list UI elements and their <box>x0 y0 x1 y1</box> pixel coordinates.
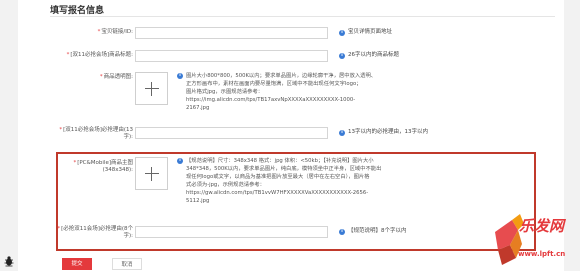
point-label: *[双11必抢会场]必抢理由(13字): <box>59 127 133 140</box>
pic-desc-link[interactable]: https://img.alicdn.com/tps/TB17axvNpXXXX… <box>186 96 376 104</box>
pic-description: 图片大小800*800，500K以内；要求单品图片，边缘轮廓干净，居中放入透明、… <box>186 72 376 112</box>
title-divider <box>50 16 555 17</box>
item-link-label: *宝贝链接/ID: <box>97 29 133 35</box>
mobile-desc-link-tail[interactable]: 5112.jpg <box>186 197 381 205</box>
pic-desc-line: 图片大小800*800，500K以内；要求单品图片，边缘轮廓干净，居中放入透明、 <box>186 73 377 79</box>
mobile-pic-label-text: [PC&Mobile]商品主图(348x348): <box>77 160 133 173</box>
bug-icon[interactable] <box>3 255 15 267</box>
title-label: *[双11必抢会场]商品标题: <box>66 52 133 58</box>
mobile-desc-link[interactable]: https://gw.alicdn.com/tps/TB1vvW7HFXXXXX… <box>186 189 381 197</box>
mobile-pic-description: 【规范说明】尺寸：348x348 格式：jpg 体积：<50kb；【补充说明】图… <box>186 157 381 205</box>
point-hint: 13字以内的必抢理由，13字以内 <box>348 129 428 135</box>
plus-icon-v <box>151 167 152 181</box>
pic-desc-link-tail[interactable]: 2167.jpg <box>186 104 376 112</box>
point-label-text: [双11必抢会场]必抢理由(13字): <box>63 127 133 140</box>
reason-hint: 【规范说明】8个字以内 <box>348 228 407 234</box>
submit-button[interactable]: 提交 <box>62 258 92 270</box>
pic-label: *商品透明图: <box>99 74 133 80</box>
info-icon: i <box>177 73 183 79</box>
reason-input[interactable] <box>135 226 328 238</box>
reason-label-text: [必抢双11会场]必抢理由(8个字): <box>61 226 133 239</box>
mobile-desc-line: 【规范说明】尺寸：348x348 格式：jpg 体积：<50kb；【补充说明】图… <box>186 158 374 164</box>
plus-icon <box>145 88 159 89</box>
mobile-pic-label: *[PC&Mobile]商品主图(348x348): <box>73 160 133 173</box>
reason-label: *[必抢双11会场]必抢理由(8个字): <box>57 226 133 239</box>
title-label-text: [双11必抢会场]商品标题: <box>70 52 133 58</box>
mobile-desc-line: 现任何logo或文字，以商品为基准把图片放至最大（居中在左右空白），图片格 <box>186 174 370 180</box>
info-icon: i <box>339 229 345 235</box>
pic-upload-button[interactable] <box>135 72 168 105</box>
title-input[interactable] <box>135 50 328 62</box>
info-icon: i <box>177 158 183 164</box>
watermark-brand: 乐发网 <box>519 217 565 235</box>
plus-icon <box>145 173 159 174</box>
info-icon: i <box>339 30 345 36</box>
plus-icon-v <box>151 82 152 96</box>
title-hint: 26字以内的商品标题 <box>348 52 399 58</box>
pic-label-text: 商品透明图: <box>103 74 133 80</box>
pic-desc-line: 正方形画布中，素材在画面内要尽量饱满，区域中不能出现任何文字logo； <box>186 81 362 87</box>
point-input[interactable] <box>135 127 328 139</box>
watermark-url: www.lpft.cn <box>518 250 566 258</box>
item-link-label-text: 宝贝链接/ID: <box>101 29 133 35</box>
mobile-desc-line: 式必须为-jpg，示例规范请参考： <box>186 182 265 188</box>
cancel-button[interactable]: 取消 <box>112 258 142 270</box>
mobile-desc-line: 348*348，500K以内，要求单品图片，纯白底，模特须坐中正半身，区域中不能… <box>186 166 382 172</box>
info-icon: i <box>339 53 345 59</box>
mobile-pic-upload-button[interactable] <box>135 157 168 190</box>
item-link-input[interactable] <box>135 27 328 39</box>
section-title: 填写报名信息 <box>50 6 105 16</box>
info-icon: i <box>339 130 345 136</box>
item-link-hint: 宝贝详情页面地址 <box>348 29 393 35</box>
pic-desc-line: 图片格式jpg，示图规范请参考： <box>186 89 264 95</box>
